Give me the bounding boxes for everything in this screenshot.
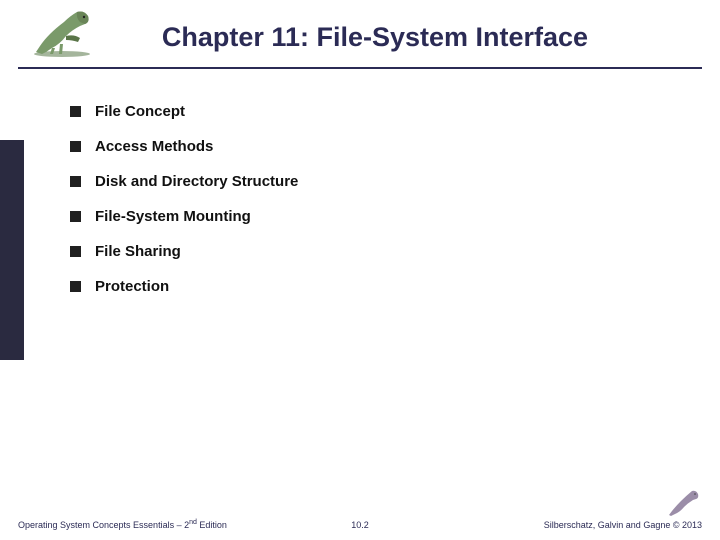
dinosaur-logo-icon — [22, 4, 102, 58]
list-item: Protection — [70, 278, 660, 295]
footer-right: Silberschatz, Galvin and Gagne © 2013 — [474, 520, 702, 530]
sidebar-accent — [0, 140, 24, 360]
bullet-label: Disk and Directory Structure — [95, 173, 298, 190]
list-item: File Sharing — [70, 243, 660, 260]
bullet-square-icon — [70, 176, 81, 187]
bullet-label: File Sharing — [95, 243, 181, 260]
footer-ordinal: nd — [189, 519, 197, 526]
bullet-square-icon — [70, 281, 81, 292]
footer-page-number: 10.2 — [246, 520, 474, 530]
footer-copyright: Silberschatz, Galvin and Gagne © 2013 — [544, 520, 702, 530]
bullet-square-icon — [70, 211, 81, 222]
content-area: File Concept Access Methods Disk and Dir… — [0, 69, 720, 295]
bullet-label: Access Methods — [95, 138, 213, 155]
list-item: Access Methods — [70, 138, 660, 155]
dinosaur-footer-icon — [666, 488, 702, 518]
bullet-label: Protection — [95, 278, 169, 295]
slide: Chapter 11: File-System Interface File C… — [0, 0, 720, 540]
title-rule — [18, 67, 702, 69]
footer: Operating System Concepts Essentials – 2… — [0, 519, 720, 530]
page-title: Chapter 11: File-System Interface — [40, 12, 710, 67]
list-item: Disk and Directory Structure — [70, 173, 660, 190]
footer-left: Operating System Concepts Essentials – 2… — [18, 519, 246, 530]
bullet-square-icon — [70, 141, 81, 152]
header: Chapter 11: File-System Interface — [0, 0, 720, 69]
footer-book-title-prefix: Operating System Concepts Essentials – 2 — [18, 520, 189, 530]
bullet-square-icon — [70, 106, 81, 117]
list-item: File Concept — [70, 103, 660, 120]
bullet-label: File-System Mounting — [95, 208, 251, 225]
list-item: File-System Mounting — [70, 208, 660, 225]
bullet-square-icon — [70, 246, 81, 257]
footer-book-title-suffix: Edition — [197, 520, 227, 530]
bullet-label: File Concept — [95, 103, 185, 120]
